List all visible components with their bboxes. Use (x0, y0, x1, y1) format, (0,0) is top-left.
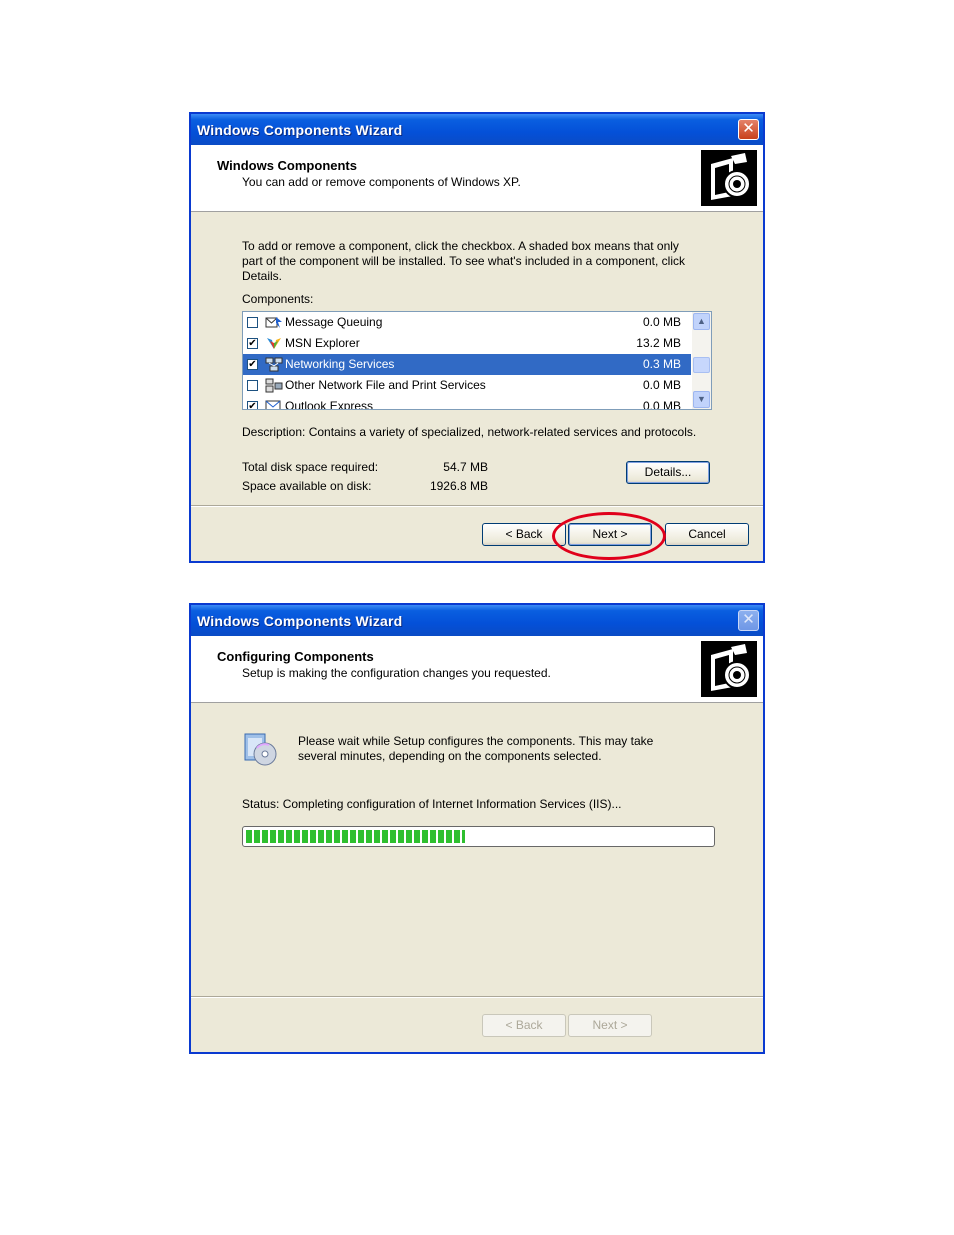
list-item[interactable]: Message Queuing 0.0 MB (243, 312, 691, 333)
component-checkbox[interactable]: ✔ (247, 401, 258, 409)
component-size: 0.3 MB (642, 357, 681, 371)
component-checkbox[interactable] (247, 380, 258, 391)
scroll-thumb[interactable] (693, 357, 710, 373)
window-title: Windows Components Wizard (197, 122, 403, 138)
progress-bar-fill (246, 830, 465, 843)
instructions-line-1: To add or remove a component, click the … (242, 239, 679, 253)
message-queuing-icon (265, 317, 282, 328)
list-item[interactable]: ✔ Outlook Express 0.0 MB (243, 396, 691, 410)
list-item[interactable]: ✔ MSN Explorer 13.2 MB (243, 333, 691, 354)
disk-required-value: 54.7 MB (443, 460, 488, 474)
component-size: 13.2 MB (636, 336, 681, 350)
component-name: Outlook Express (285, 399, 374, 410)
setup-cd-icon (244, 733, 277, 766)
setup-box-cd-icon (701, 641, 757, 697)
title-bar[interactable]: Windows Components Wizard ✕ (191, 605, 763, 636)
setup-box-cd-icon (701, 150, 757, 206)
component-size: 0.0 MB (642, 315, 681, 329)
scroll-down-button[interactable]: ▼ (693, 391, 710, 408)
components-listbox[interactable]: Message Queuing 0.0 MB ✔ MSN Explorer 13… (242, 311, 712, 410)
disk-required-label: Total disk space required: (242, 460, 379, 474)
list-item-selected[interactable]: ✔ Networking Services 0.3 MB (243, 354, 691, 375)
wizard-header: Configuring Components Setup is making t… (191, 636, 763, 703)
header-title: Windows Components (217, 158, 357, 173)
configuring-components-dialog: Windows Components Wizard ✕ Configuring … (189, 603, 765, 1054)
network-file-print-icon (265, 378, 283, 393)
next-button-highlight (552, 512, 666, 560)
component-name: Other Network File and Print Services (285, 378, 486, 392)
components-label: Components: (242, 292, 314, 306)
header-subtitle: You can add or remove components of Wind… (242, 175, 521, 189)
title-bar[interactable]: Windows Components Wizard ✕ (191, 114, 763, 145)
header-title: Configuring Components (217, 649, 374, 664)
details-button[interactable]: Details... (626, 461, 710, 484)
back-button: < Back (482, 1014, 566, 1037)
component-name: Networking Services (285, 357, 395, 371)
progress-bar (242, 826, 715, 847)
component-size: 0.0 MB (642, 378, 681, 392)
instructions-line-2: part of the component will be installed.… (242, 254, 685, 268)
outlook-express-icon (265, 400, 281, 409)
msn-butterfly-icon (267, 338, 281, 349)
disk-available-value: 1926.8 MB (429, 479, 488, 493)
component-size: 0.0 MB (642, 399, 681, 410)
header-subtitle: Setup is making the configuration change… (242, 666, 551, 680)
divider (191, 996, 763, 998)
component-checkbox[interactable]: ✔ (247, 338, 258, 349)
component-checkbox[interactable]: ✔ (247, 359, 258, 370)
close-button: ✕ (738, 610, 759, 631)
wait-text-line-1: Please wait while Setup configures the c… (298, 734, 654, 748)
component-description: Description: Contains a variety of speci… (242, 425, 697, 439)
component-name: Message Queuing (285, 315, 383, 329)
window-title: Windows Components Wizard (197, 613, 403, 629)
components-scrollbar[interactable]: ▲ ▼ (692, 312, 711, 409)
next-button: Next > (568, 1014, 652, 1037)
cancel-button[interactable]: Cancel (665, 523, 749, 546)
components-wizard-dialog: Windows Components Wizard ✕ Windows Comp… (189, 112, 765, 563)
scroll-up-button[interactable]: ▲ (693, 313, 710, 330)
close-button[interactable]: ✕ (738, 119, 759, 140)
networking-icon (265, 357, 283, 372)
instructions-line-3: Details. (242, 269, 283, 283)
component-checkbox[interactable] (247, 317, 258, 328)
wizard-header: Windows Components You can add or remove… (191, 145, 763, 212)
component-name: MSN Explorer (285, 336, 360, 350)
wait-text-line-2: several minutes, depending on the compon… (298, 749, 602, 763)
divider (191, 505, 763, 507)
status-text: Status: Completing configuration of Inte… (242, 797, 622, 811)
disk-available-label: Space available on disk: (242, 479, 372, 493)
list-item[interactable]: Other Network File and Print Services 0.… (243, 375, 691, 396)
